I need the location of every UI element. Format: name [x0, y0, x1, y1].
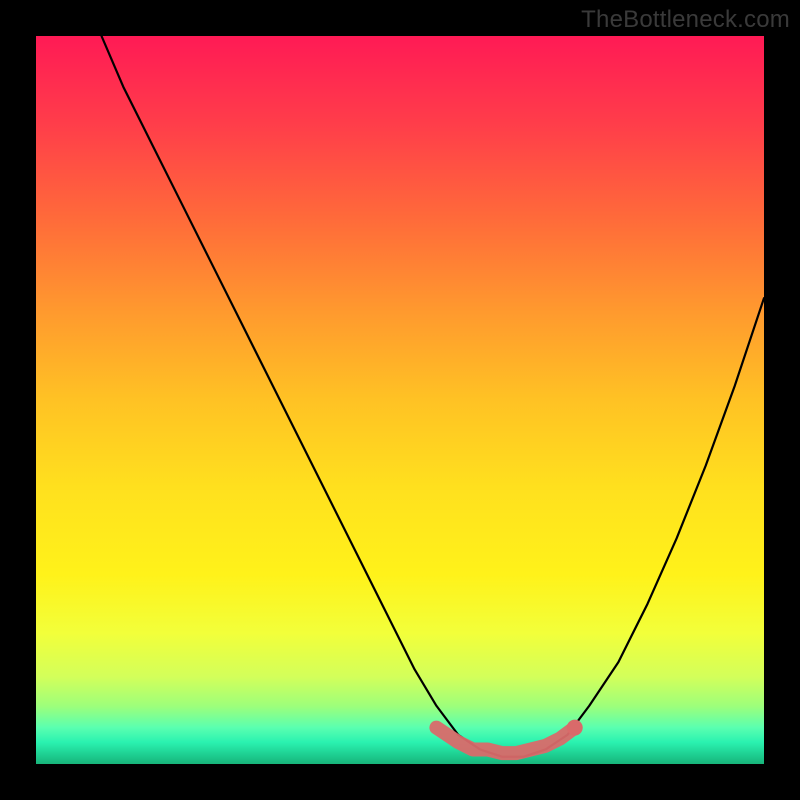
highlight-marker [567, 720, 583, 736]
watermark-text: TheBottleneck.com [581, 6, 790, 34]
highlight-band [436, 728, 574, 753]
curve-svg [36, 36, 764, 764]
chart-frame: TheBottleneck.com [0, 0, 800, 800]
bottleneck-curve [102, 36, 764, 757]
plot-area [36, 36, 764, 764]
